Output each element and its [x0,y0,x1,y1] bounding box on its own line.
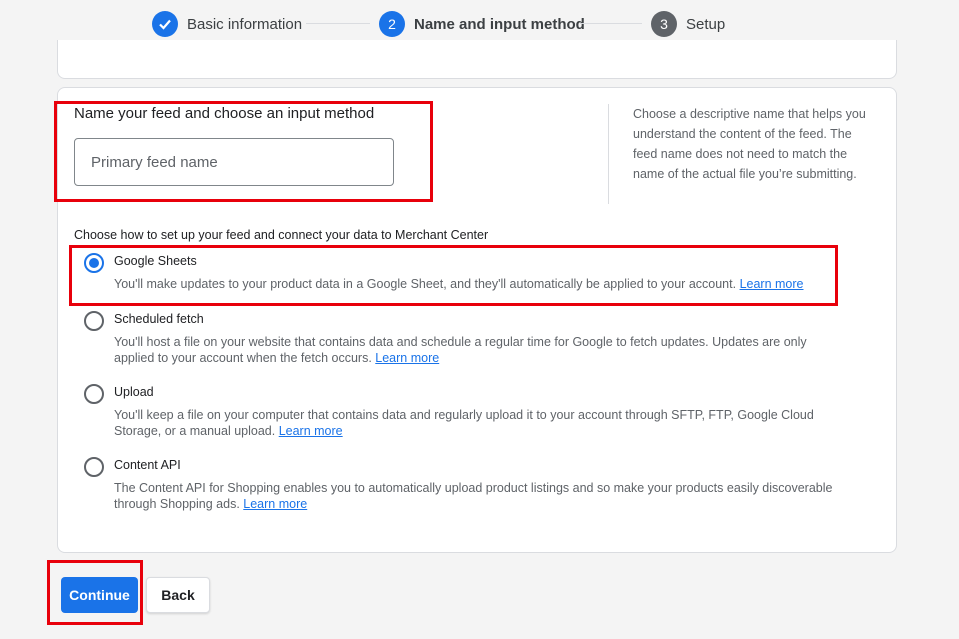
option-description-text: The Content API for Shopping enables you… [114,481,833,511]
step-label: Setup [686,15,726,33]
basic-info-card [57,40,897,79]
radio-scheduled-fetch[interactable] [84,311,104,331]
option-title: Content API [114,458,181,472]
radio-upload[interactable] [84,384,104,404]
back-button[interactable]: Back [146,577,210,613]
step-label: Basic information [187,15,303,33]
step-connector [306,23,370,24]
vertical-divider [608,104,609,204]
option-description-text: You'll host a file on your website that … [114,335,807,365]
input-method-label: Choose how to set up your feed and conne… [74,228,489,242]
learn-more-link[interactable]: Learn more [243,497,307,511]
step-number: 2 [379,11,405,37]
option-description: You'll keep a file on your computer that… [114,408,844,439]
highlight-box-google-sheets [69,245,838,306]
step-connector [580,23,642,24]
learn-more-link[interactable]: Learn more [279,424,343,438]
checkmark-icon [152,11,178,37]
feed-name-help-text: Choose a descriptive name that helps you… [633,107,866,181]
radio-content-api[interactable] [84,457,104,477]
step-setup[interactable]: 3 Setup [651,11,725,37]
learn-more-link[interactable]: Learn more [375,351,439,365]
option-title: Scheduled fetch [114,312,204,326]
step-label: Name and input method [414,15,585,33]
step-basic-information[interactable]: Basic information [152,11,302,37]
option-description: You'll host a file on your website that … [114,335,844,366]
option-description-text: You'll keep a file on your computer that… [114,408,814,438]
option-title: Upload [114,385,154,399]
option-description: The Content API for Shopping enables you… [114,481,844,512]
highlight-box-feed-name [54,101,433,202]
highlight-box-continue [47,560,143,625]
step-number: 3 [651,11,677,37]
step-name-and-input-method[interactable]: 2 Name and input method [379,11,585,37]
